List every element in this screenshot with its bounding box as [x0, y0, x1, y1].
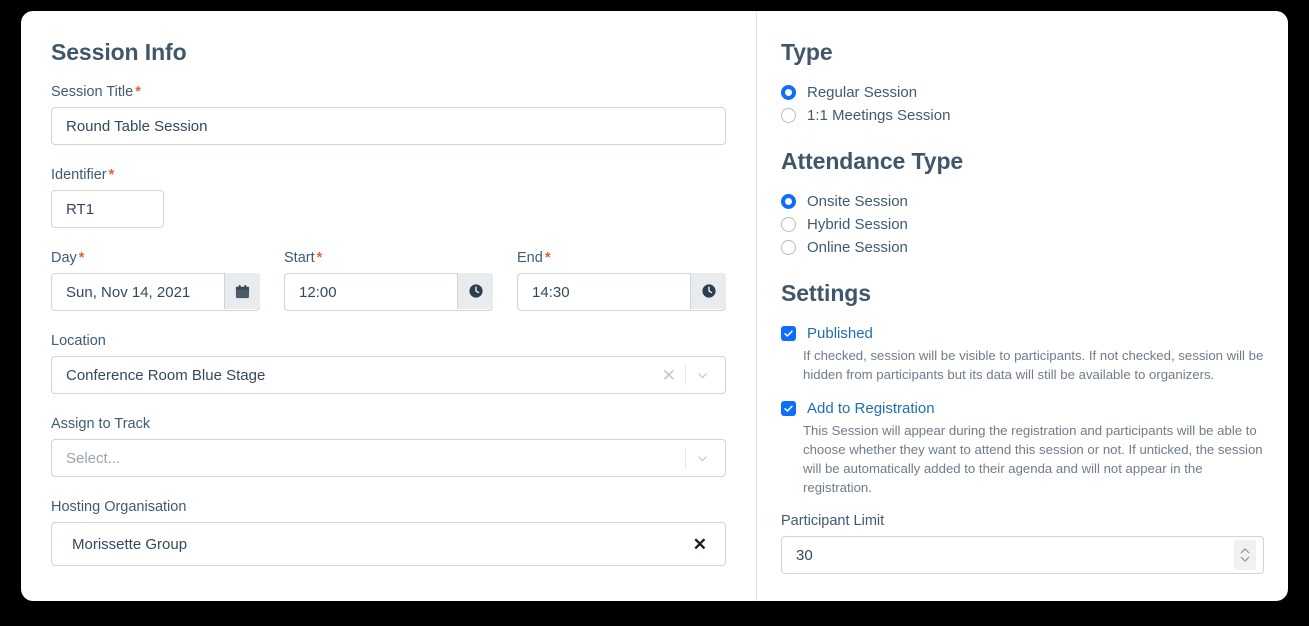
identifier-input[interactable]: RT1	[51, 190, 164, 228]
end-label-text: End	[517, 250, 543, 266]
radio-regular-session[interactable]: Regular Session	[781, 84, 1264, 101]
participant-limit-label: Participant Limit	[781, 513, 885, 530]
location-label: Location	[51, 333, 106, 349]
checkbox-add-to-registration[interactable]: Add to Registration	[781, 400, 1264, 417]
required-asterisk: *	[135, 84, 141, 100]
radio-label: Hybrid Session	[807, 216, 908, 233]
identifier-value: RT1	[66, 200, 95, 218]
assign-to-track-controls	[685, 448, 725, 468]
hosting-organisation-label: Hosting Organisation	[51, 499, 187, 515]
field-participant-limit: Participant Limit 30	[781, 513, 1264, 575]
hosting-organisation-value: Morissette Group	[72, 535, 188, 553]
clock-icon[interactable]	[690, 273, 726, 309]
page-title: Session Info	[51, 39, 187, 65]
identifier-label: Identifier *	[51, 167, 726, 183]
start-label: Start *	[284, 250, 493, 266]
hosting-organisation-select[interactable]: Morissette Group ✕	[51, 522, 726, 566]
checkbox-label: Published	[807, 325, 873, 342]
settings-heading: Settings	[781, 280, 871, 306]
field-day: Day * Sun, Nov 14, 2021	[51, 250, 260, 311]
location-controls: ✕	[653, 365, 725, 385]
day-value: Sun, Nov 14, 2021	[66, 283, 191, 301]
day-label: Day *	[51, 250, 260, 266]
session-title-label: Session Title *	[51, 84, 726, 100]
start-input[interactable]: 12:00	[284, 273, 493, 311]
assign-to-track-placeholder: Select...	[66, 449, 121, 467]
participant-limit-input[interactable]: 30	[781, 536, 1264, 575]
modal-columns: Session Info Session Title * Round Table …	[21, 11, 1288, 601]
checkbox-icon	[781, 326, 796, 341]
end-input[interactable]: 14:30	[517, 273, 726, 311]
settings-column: Type Regular Session 1:1 Meetings Sessio…	[756, 11, 1288, 601]
day-input[interactable]: Sun, Nov 14, 2021	[51, 273, 260, 311]
checkbox-label: Add to Registration	[807, 400, 935, 418]
add-to-registration-help-text: This Session will appear during the regi…	[803, 423, 1263, 495]
field-session-title: Session Title * Round Table Session	[51, 84, 726, 145]
end-label: End *	[517, 250, 726, 266]
start-value: 12:00	[299, 283, 337, 301]
session-edit-modal: Session Info Session Title * Round Table …	[21, 11, 1288, 601]
radio-meetings-session[interactable]: 1:1 Meetings Session	[781, 107, 1264, 124]
radio-icon	[781, 85, 796, 100]
calendar-icon[interactable]	[224, 273, 260, 309]
radio-hybrid-session[interactable]: Hybrid Session	[781, 216, 1264, 233]
end-value: 14:30	[532, 283, 570, 301]
location-value: Conference Room Blue Stage	[66, 366, 266, 384]
type-heading: Type	[781, 39, 833, 65]
start-label-text: Start	[284, 250, 315, 266]
radio-label: Onsite Session	[807, 193, 908, 210]
session-info-column: Session Info Session Title * Round Table …	[21, 11, 756, 601]
field-end: End * 14:30	[517, 250, 726, 311]
close-icon[interactable]: ✕	[653, 367, 685, 384]
radio-icon	[781, 194, 796, 209]
close-icon[interactable]: ✕	[675, 536, 725, 553]
location-select[interactable]: Conference Room Blue Stage ✕	[51, 356, 726, 394]
radio-icon	[781, 108, 796, 123]
field-start: Start * 12:00	[284, 250, 493, 311]
radio-label: Regular Session	[807, 84, 918, 101]
identifier-label-text: Identifier	[51, 167, 107, 183]
chevron-down-icon[interactable]	[686, 369, 719, 382]
field-identifier: Identifier * RT1	[51, 167, 726, 228]
radio-label: 1:1 Meetings Session	[807, 107, 951, 124]
day-label-text: Day	[51, 250, 77, 266]
stepper-icon[interactable]	[1234, 540, 1256, 571]
required-asterisk: *	[316, 250, 323, 266]
checkbox-icon	[781, 401, 796, 417]
attendance-type-heading: Attendance Type	[781, 148, 964, 174]
required-asterisk: *	[108, 167, 115, 183]
field-location: Location Conference Room Blue Stage ✕	[51, 333, 726, 394]
field-hosting-organisation: Hosting Organisation Morissette Group ✕	[51, 499, 726, 566]
schedule-row: Day * Sun, Nov 14, 2021 Start * 12:00 En…	[51, 250, 726, 311]
radio-label: Online Session	[807, 239, 908, 256]
checkbox-published[interactable]: Published	[781, 325, 1264, 342]
field-assign-to-track: Assign to Track Select...	[51, 416, 726, 477]
published-help-text: If checked, session will be visible to p…	[803, 348, 1264, 382]
assign-to-track-label: Assign to Track	[51, 416, 151, 432]
radio-icon	[781, 217, 796, 232]
clock-icon[interactable]	[457, 273, 493, 309]
session-title-value: Round Table Session	[66, 117, 208, 135]
radio-online-session[interactable]: Online Session	[781, 239, 1264, 256]
radio-onsite-session[interactable]: Onsite Session	[781, 193, 1264, 210]
required-asterisk: *	[78, 250, 85, 266]
session-title-input[interactable]: Round Table Session	[51, 107, 726, 145]
session-title-label-text: Session Title	[51, 84, 134, 100]
participant-limit-value: 30	[796, 546, 813, 564]
required-asterisk: *	[544, 250, 551, 266]
assign-to-track-select[interactable]: Select...	[51, 439, 726, 477]
chevron-down-icon[interactable]	[686, 452, 719, 465]
radio-icon	[781, 240, 796, 255]
